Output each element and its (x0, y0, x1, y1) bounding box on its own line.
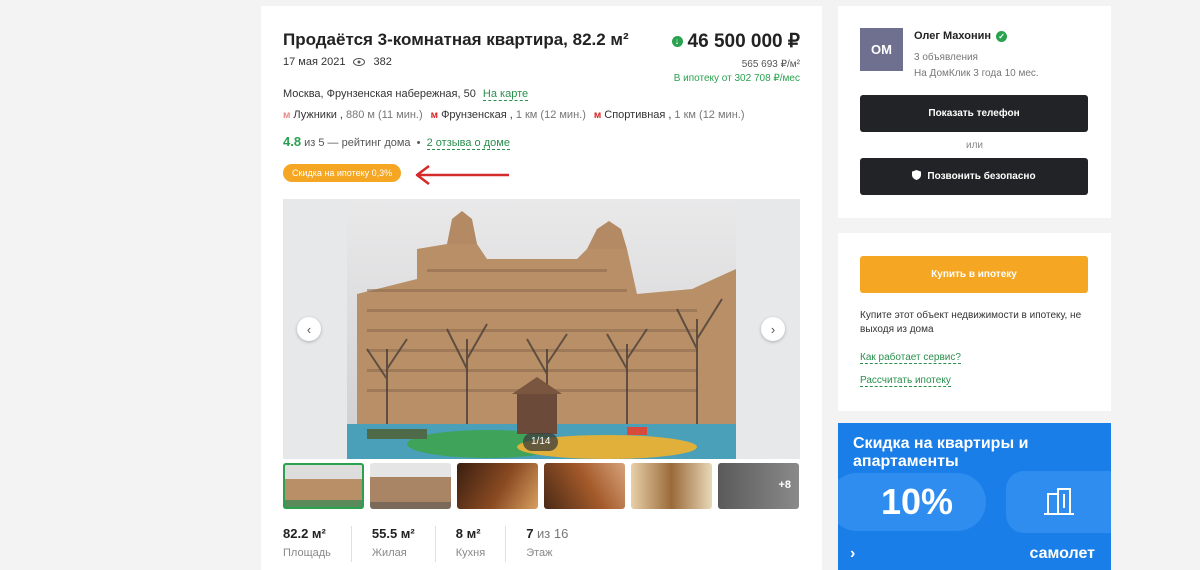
metro-list: м Лужники, 880 м (11 мин.) м Фрунзенская… (283, 109, 744, 121)
gallery-counter: 1/14 (523, 433, 559, 451)
spec-kitchen: 8 м² Кухня (455, 526, 507, 562)
metro-icon: м (283, 109, 291, 121)
views-count: 382 (373, 56, 392, 68)
main-photo[interactable] (347, 199, 736, 459)
how-it-works-link[interactable]: Как работает сервис? (860, 352, 961, 364)
spec-label: Жилая (371, 547, 407, 559)
spec-area: 82.2 м² Площадь (283, 526, 352, 562)
listing-card: Продаётся 3-комнатная квартира, 82.2 м² … (261, 6, 822, 570)
promo-brand: самолет (1029, 545, 1095, 562)
metro-station: м Спортивная, 1 км (12 мин.) (593, 109, 745, 121)
metro-name: Фрунзенская (441, 109, 507, 121)
agent-listings: 3 объявления (914, 52, 978, 63)
spec-value: 82.2 м² (283, 526, 326, 541)
calculate-mortgage-link[interactable]: Рассчитать ипотеку (860, 375, 951, 387)
or-divider: или (965, 140, 983, 151)
address-text: Москва, Фрунзенская набережная, 50 (283, 88, 476, 100)
shield-icon (912, 170, 922, 183)
promo-discount: 10% (838, 473, 986, 531)
metro-name: Спортивная (604, 109, 666, 121)
thumbnail[interactable] (631, 463, 712, 509)
metro-station: м Лужники, 880 м (11 мин.) (283, 109, 423, 121)
house-rating: 4.8 из 5 — рейтинг дома • 2 отзыва о дом… (283, 134, 510, 150)
agent-name-row: Олег Махонин ✓ (914, 30, 1008, 42)
verified-icon: ✓ (996, 30, 1008, 42)
buy-mortgage-button[interactable]: Купить в ипотеку (860, 256, 1088, 293)
metro-distance: 1 км (12 мин.) (515, 109, 586, 121)
agent-card: ОМ Олег Махонин ✓ 3 объявления На ДомКли… (838, 6, 1111, 218)
more-photos-count: +8 (778, 479, 791, 491)
mortgage-from: В ипотеку от 302 708 ₽/мес (673, 73, 800, 84)
listing-meta: 17 мая 2021 382 (283, 56, 392, 68)
metro-icon: м (593, 109, 602, 121)
eye-icon (353, 56, 366, 68)
metro-icon: м (430, 109, 439, 121)
thumbnail[interactable] (457, 463, 538, 509)
rating-value: 4.8 (283, 134, 302, 149)
mortgage-card: Купить в ипотеку Купите этот объект недв… (838, 233, 1111, 411)
spec-label: Этаж (526, 547, 553, 559)
spec-label: Площадь (283, 547, 331, 559)
mortgage-discount-badge: Скидка на ипотеку 0,3% (283, 164, 402, 182)
photo-gallery[interactable]: ‹ › 1/14 (283, 199, 800, 459)
map-link[interactable]: На карте (482, 88, 529, 101)
rating-text: из 5 — рейтинг дома (301, 137, 411, 149)
reviews-link[interactable]: 2 отзыва о доме (426, 137, 510, 150)
building-icon (1044, 488, 1074, 515)
gallery-next-button[interactable]: › (761, 317, 785, 341)
call-safe-button[interactable]: Позвонить безопасно (860, 158, 1088, 195)
thumbnail-strip: +8 (283, 463, 799, 509)
thumbnail[interactable] (544, 463, 625, 509)
thumbnail[interactable] (283, 463, 364, 509)
chevron-right-icon: › (850, 545, 856, 562)
promo-banner[interactable]: Скидка на квартиры и апартаменты 10% › с… (838, 423, 1111, 570)
agent-info: 3 объявления На ДомКлик 3 года 10 мес. (914, 50, 1039, 82)
agent-name[interactable]: Олег Махонин (914, 30, 991, 42)
price-block: ↓ 46 500 000 ₽ 565 693 ₽/м² В ипотеку от… (671, 30, 800, 84)
listing-date: 17 мая 2021 (283, 56, 346, 68)
spec-value: 8 м² (455, 526, 481, 541)
spec-label: Кухня (455, 547, 486, 559)
metro-station: м Фрунзенская, 1 км (12 мин.) (430, 109, 586, 121)
call-safe-label: Позвонить безопасно (927, 171, 1036, 182)
metro-distance: 1 км (12 мин.) (674, 109, 745, 121)
metro-name: Лужники (293, 109, 337, 121)
avatar[interactable]: ОМ (860, 28, 903, 71)
building-icon-block (1006, 471, 1111, 533)
price-info-icon[interactable]: ↓ (671, 36, 683, 47)
thumbnail-more[interactable]: +8 (718, 463, 799, 509)
mortgage-description: Купите этот объект недвижимости в ипотек… (860, 310, 1082, 335)
spec-floor: 7 из 16 Этаж (526, 526, 588, 562)
spec-value: 55.5 м² (371, 526, 415, 541)
show-phone-button[interactable]: Показать телефон (860, 95, 1088, 132)
address: Москва, Фрунзенская набережная, 50 На ка… (283, 88, 529, 101)
gallery-prev-button[interactable]: ‹ (297, 317, 321, 341)
thumbnail[interactable] (370, 463, 451, 509)
specs: 82.2 м² Площадь 55.5 м² Жилая 8 м² Кухня… (283, 526, 608, 562)
promo-title: Скидка на квартиры и апартаменты (853, 435, 1029, 470)
red-arrow-annotation (415, 165, 509, 185)
agent-since: На ДомКлик 3 года 10 мес. (914, 68, 1039, 79)
listing-title: Продаётся 3-комнатная квартира, 82.2 м² (283, 30, 629, 49)
spec-value-suffix: из 16 (533, 526, 569, 541)
price-per-meter: 565 693 ₽/м² (741, 59, 800, 70)
metro-distance: 880 м (11 мин.) (345, 109, 423, 121)
price: 46 500 000 ₽ (687, 31, 800, 52)
spec-living: 55.5 м² Жилая (372, 526, 436, 562)
